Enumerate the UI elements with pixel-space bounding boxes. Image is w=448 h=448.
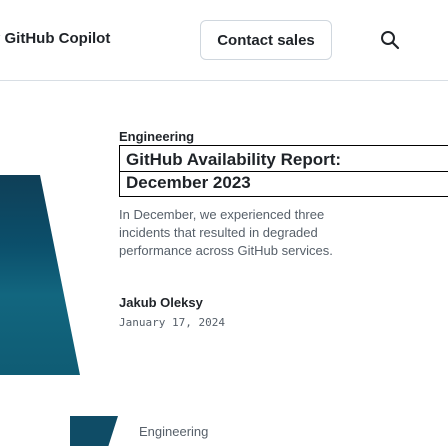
post-title-line-2: December 2023 — [126, 173, 251, 192]
post-excerpt: In December, we experienced three incide… — [119, 206, 444, 260]
excerpt-line: In December, we experienced three — [119, 207, 325, 222]
excerpt-line: performance across GitHub services. — [119, 243, 333, 258]
post-thumbnail[interactable] — [0, 175, 80, 375]
nav-link-copilot[interactable]: y GitHub Copilot — [0, 30, 110, 47]
post-date: January 17, 2024 — [119, 316, 225, 329]
title-divider — [119, 171, 448, 172]
search-icon — [381, 31, 400, 50]
post-author[interactable]: Jakub Oleksy — [119, 295, 203, 310]
next-post-category[interactable]: Engineering — [139, 424, 208, 439]
excerpt-line: incidents that resulted in degraded — [119, 225, 318, 240]
top-navigation: y GitHub Copilot Contact sales — [0, 0, 448, 80]
post-category[interactable]: Engineering — [119, 129, 194, 144]
nav-divider — [0, 80, 448, 81]
blog-page: y GitHub Copilot Contact sales Engineeri… — [0, 0, 448, 448]
search-button[interactable] — [370, 20, 410, 60]
next-post-thumbnail[interactable] — [70, 416, 118, 446]
contact-sales-button[interactable]: Contact sales — [200, 20, 332, 60]
post-title-line-1: GitHub Availability Report: — [126, 150, 342, 169]
